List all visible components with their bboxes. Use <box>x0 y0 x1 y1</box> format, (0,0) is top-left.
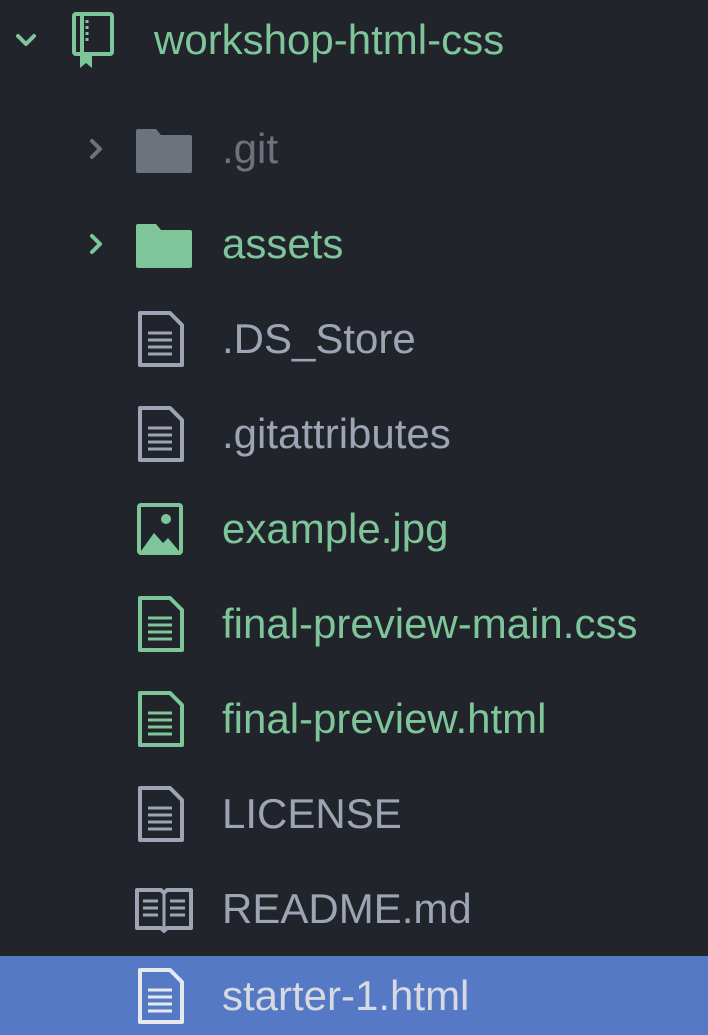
chevron-down-icon[interactable] <box>12 26 40 54</box>
tree-item-label: assets <box>222 219 344 267</box>
tree-item-license-file[interactable]: LICENSE <box>0 766 708 861</box>
tree-item-label: final-preview-main.css <box>222 599 638 647</box>
tree-item-assets-folder[interactable]: assets <box>0 196 708 291</box>
text-file-icon <box>136 967 184 1024</box>
tree-item-starter-1-html-file[interactable]: starter-1.html <box>0 956 708 1035</box>
tree-item-label: starter-1.html <box>222 971 470 1019</box>
tree-item-readme-md-file[interactable]: README.md <box>0 861 708 956</box>
tree-root-label: workshop-html-css <box>154 15 505 63</box>
tree-item-final-preview-html-file[interactable]: final-preview.html <box>0 671 708 766</box>
tree-item-gitattributes-file[interactable]: .gitattributes <box>0 386 708 481</box>
tree-item-git-folder[interactable]: .git <box>0 101 708 196</box>
tree-item-example-jpg-file[interactable]: example.jpg <box>0 481 708 576</box>
text-file-icon <box>136 785 184 842</box>
text-file-icon <box>136 310 184 367</box>
tree-item-label: LICENSE <box>222 789 402 837</box>
text-file-icon <box>136 405 184 462</box>
tree-root-workshop-html-css[interactable]: workshop-html-css <box>0 0 708 87</box>
tree-item-label: example.jpg <box>222 504 449 552</box>
text-file-icon <box>136 690 184 747</box>
tree-item-label: README.md <box>222 884 472 932</box>
file-tree: workshop-html-css .git assets .DS_Store … <box>0 0 708 1035</box>
image-file-icon <box>136 501 184 557</box>
repo-book-icon <box>68 11 118 68</box>
folder-icon <box>136 220 192 268</box>
book-icon <box>134 884 194 934</box>
tree-item-label: final-preview.html <box>222 694 547 742</box>
chevron-right-icon[interactable] <box>82 230 110 258</box>
tree-item-ds-store-file[interactable]: .DS_Store <box>0 291 708 386</box>
tree-item-label: .git <box>222 124 279 172</box>
tree-item-label: .gitattributes <box>222 409 451 457</box>
chevron-right-icon[interactable] <box>82 135 110 163</box>
folder-icon <box>136 125 192 173</box>
tree-item-label: .DS_Store <box>222 314 416 362</box>
text-file-icon <box>136 595 184 652</box>
tree-item-final-preview-main-css-file[interactable]: final-preview-main.css <box>0 576 708 671</box>
